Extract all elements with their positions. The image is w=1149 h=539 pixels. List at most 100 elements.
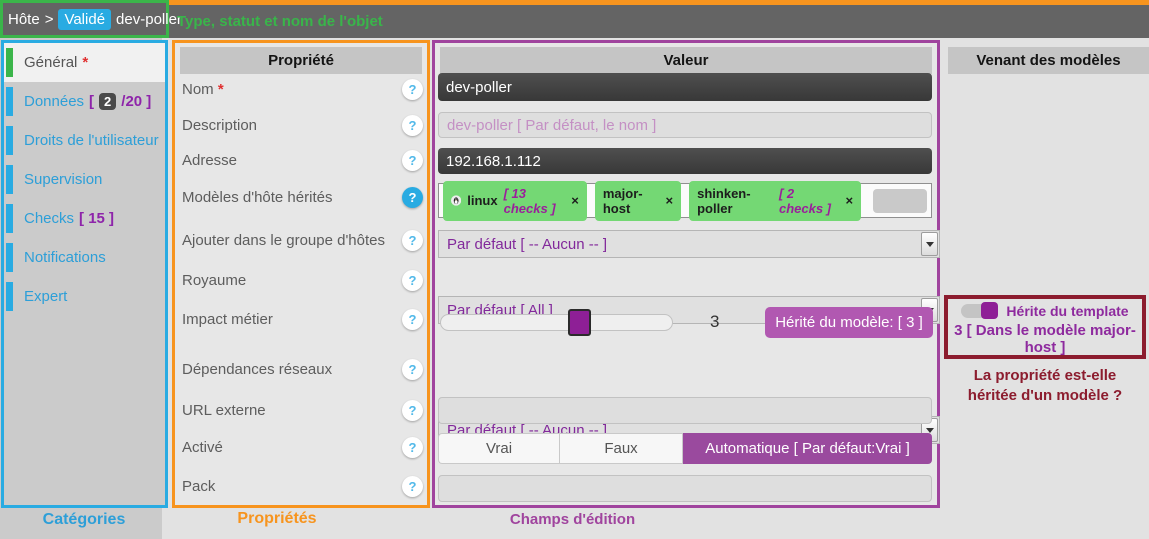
business-impact-field: 3 Hérité du modèle: [ 3 ] [438,307,932,338]
properties-footer-label: Propriétés [172,510,382,528]
template-tag-linux[interactable]: linux [ 13 checks ] × [443,181,587,221]
name-input[interactable]: dev-poller [438,73,932,101]
hostgroup-select-value: Par défaut [ -- Aucun -- ] [447,236,607,253]
host-templates-field[interactable]: linux [ 13 checks ] × major-host × shink… [438,183,932,218]
sidebar-item-droits[interactable]: Droits de l'utilisateur [4,121,165,160]
help-icon[interactable]: ? [402,437,423,458]
tag-checks-count: [ 13 checks ] [504,186,566,216]
object-type-label: Hôte [8,11,40,28]
help-icon[interactable]: ? [402,230,423,251]
tab-notch [6,126,13,155]
help-icon-active[interactable]: ? [402,187,423,208]
remove-tag-icon[interactable]: × [666,193,674,208]
sidebar-item-donnees[interactable]: Données [ 2 /20 ] [4,82,165,121]
inherit-question: La propriété est-elle héritée d'un modèl… [950,366,1140,406]
help-icon[interactable]: ? [402,79,423,100]
prop-label-text: Adresse [182,152,237,169]
tab-notch [6,282,13,311]
prop-row-modeles: Modèles d'hôte hérités ? [182,185,423,209]
impact-slider-handle[interactable] [568,309,591,336]
sidebar-item-notifications[interactable]: Notifications [4,238,165,277]
sidebar-item-checks[interactable]: Checks [ 15 ] [4,199,165,238]
tag-label: shinken-poller [697,186,773,216]
prop-row-impact: Impact métier ? [182,307,423,331]
topbar: Hôte > Validé dev-poller Type, statut et… [0,0,1149,38]
values-column: Valeur dev-poller dev-poller [ Par défau… [432,40,940,508]
toggle-knob [981,302,998,319]
linux-icon [451,194,461,207]
values-header: Valeur [440,47,932,74]
template-tag-shinken-poller[interactable]: shinken-poller [ 2 checks ] × [689,181,861,221]
breadcrumb: Hôte > Validé dev-poller [0,0,169,38]
help-icon[interactable]: ? [402,476,423,497]
help-icon[interactable]: ? [402,115,423,136]
prop-row-pack: Pack ? [182,474,423,498]
option-vrai-button[interactable]: Vrai [438,433,559,464]
prop-row-url: URL externe ? [182,398,423,422]
prop-row-nom: Nom * ? [182,77,423,101]
sidebar-item-label: Général [24,54,77,71]
prop-label-text: URL externe [182,402,266,419]
checks-count: [ 15 ] [79,210,114,227]
sidebar: Général * Données [ 2 /20 ] Droits de l'… [1,40,168,508]
prop-row-description: Description ? [182,113,423,137]
inherit-toggle-row: Hérite du template [948,303,1142,319]
inherit-toggle[interactable] [961,304,997,318]
sidebar-item-label: Droits de l'utilisateur [24,132,159,149]
help-icon[interactable]: ? [402,359,423,380]
count-bracket-close: /20 ] [121,93,151,110]
editing-footer-label: Champs d'édition [480,511,665,528]
inherit-from-template-button[interactable]: Hérité du modèle: [ 3 ] [765,307,933,338]
chevron-down-icon [926,428,934,433]
sidebar-item-label: Données [24,93,84,110]
inherit-detail: 3 [ Dans le modèle major-host ] [948,322,1142,356]
status-badge[interactable]: Validé [58,9,111,30]
prop-label-text: Modèles d'hôte hérités [182,189,332,206]
prop-label-text: Impact métier [182,311,273,328]
from-templates-header: Venant des modèles [948,47,1149,74]
tab-notch [6,87,13,116]
topbar-hint: Type, statut et nom de l'objet [177,5,383,38]
prop-row-adresse: Adresse ? [182,148,423,172]
remove-tag-icon[interactable]: × [571,193,579,208]
prop-row-active: Activé ? [182,435,423,459]
object-name: dev-poller [116,11,182,28]
tab-notch [6,165,13,194]
sidebar-item-expert[interactable]: Expert [4,277,165,316]
chevron-down-icon [926,242,934,247]
required-asterisk: * [218,81,224,98]
prop-row-groupe: Ajouter dans le groupe d'hôtes ? [182,228,423,252]
sidebar-item-general[interactable]: Général * [4,43,165,82]
hostgroup-select[interactable]: Par défaut [ -- Aucun -- ] [438,230,940,258]
count-bracket-open: [ [89,93,94,110]
option-automatique-button[interactable]: Automatique [ Par défaut:Vrai ] [683,433,932,464]
pack-input[interactable] [438,475,932,502]
help-icon[interactable]: ? [402,150,423,171]
remove-tag-icon[interactable]: × [845,193,853,208]
address-input[interactable]: 192.168.1.112 [438,148,932,174]
breadcrumb-separator: > [45,11,54,28]
inherit-toggle-label: Hérite du template [1006,303,1128,319]
template-tag-major-host[interactable]: major-host × [595,181,681,221]
from-templates-panel: Venant des modèles Hérite du template 3 … [940,38,1149,539]
prop-label-text: Royaume [182,272,246,289]
enabled-toggle-group: Vrai Faux Automatique [ Par défaut:Vrai … [438,433,932,464]
new-template-input[interactable] [873,189,927,213]
sidebar-item-label: Checks [24,210,74,227]
prop-row-royaume: Royaume ? [182,268,423,292]
impact-slider-track[interactable] [440,314,673,331]
description-input[interactable]: dev-poller [ Par défaut, le nom ] [438,112,932,138]
sidebar-item-supervision[interactable]: Supervision [4,160,165,199]
tag-label: major-host [603,186,660,216]
prop-label-text: Nom [182,81,214,98]
help-icon[interactable]: ? [402,270,423,291]
prop-label-text: Description [182,117,257,134]
prop-label-text: Dépendances réseaux [182,361,332,378]
tab-notch [6,243,13,272]
prop-row-dependances: Dépendances réseaux ? [182,357,423,381]
help-icon[interactable]: ? [402,309,423,330]
option-faux-button[interactable]: Faux [559,433,683,464]
external-url-input[interactable] [438,397,932,424]
dropdown-arrow-button[interactable] [921,232,938,256]
help-icon[interactable]: ? [402,400,423,421]
